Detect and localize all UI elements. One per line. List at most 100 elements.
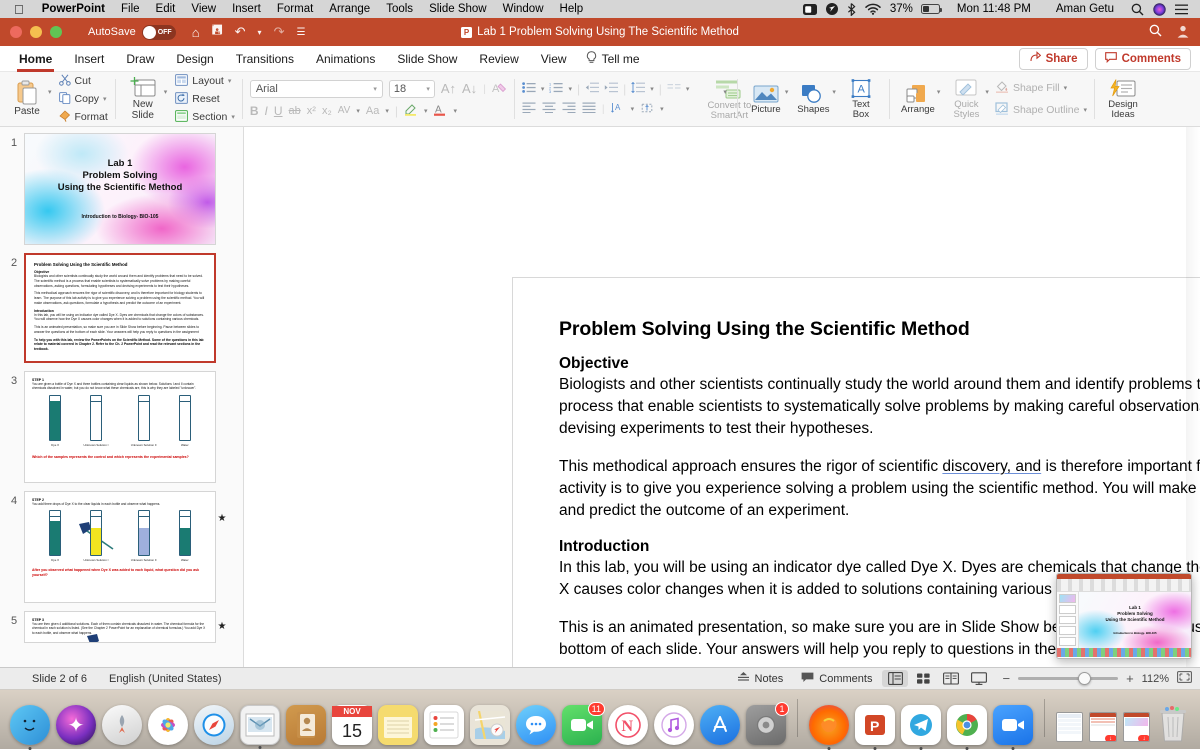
shrink-font-icon[interactable]: A↓	[462, 81, 477, 96]
minimized-window-document-2[interactable]: ↓	[1122, 712, 1150, 742]
thumbnail-slide-4[interactable]: 4 STEP 2 You add three drops of Dye X to…	[0, 491, 243, 603]
save-icon[interactable]: 🖪	[212, 21, 223, 43]
bluetooth-icon[interactable]	[847, 2, 856, 16]
calendar-icon[interactable]: NOV 15	[332, 705, 372, 745]
zoom-level[interactable]: 112%	[1142, 673, 1169, 685]
menubar-clock[interactable]: Mon 11:48 PM	[949, 3, 1039, 15]
bullets-dropdown-icon[interactable]: ▾	[541, 85, 545, 93]
subscript-button[interactable]: x₂	[322, 105, 332, 117]
align-text-dropdown-icon[interactable]: ▾	[660, 105, 664, 113]
font-family-dropdown-icon[interactable]: ▾	[373, 85, 377, 93]
redo-icon[interactable]: ↷	[274, 24, 285, 40]
zoom-slider-handle[interactable]	[1078, 672, 1092, 685]
grow-font-icon[interactable]: A↑	[441, 81, 456, 96]
paste-dropdown-icon[interactable]: ▾	[48, 88, 52, 96]
numbering-dropdown-icon[interactable]: ▾	[568, 85, 572, 93]
minimized-window-telegram[interactable]	[1055, 712, 1084, 742]
tab-home[interactable]: Home	[8, 48, 63, 72]
tab-review[interactable]: Review	[468, 48, 529, 70]
notes-icon[interactable]	[378, 705, 418, 745]
font-color-dropdown-icon[interactable]: ▾	[453, 107, 457, 115]
firefox-icon[interactable]	[808, 705, 849, 750]
align-text-icon[interactable]	[640, 102, 654, 117]
control-center-icon[interactable]	[1175, 4, 1188, 15]
text-box-button[interactable]: A Text Box	[840, 78, 882, 120]
picture-button[interactable]: Picture	[745, 84, 787, 115]
thumbnail-slide-5[interactable]: 5 STEP 3 You are then given 4 additional…	[0, 611, 243, 643]
shapes-dropdown-icon[interactable]: ▾	[832, 88, 836, 96]
design-ideas-button[interactable]: Design Ideas	[1102, 78, 1144, 120]
section-dropdown-icon[interactable]: ▾	[231, 113, 235, 121]
quick-styles-dropdown-icon[interactable]: ▾	[985, 88, 989, 96]
superscript-button[interactable]: x²	[307, 105, 316, 117]
highlight-dropdown-icon[interactable]: ▾	[424, 107, 428, 115]
text-highlight-color-icon[interactable]	[404, 103, 418, 119]
status-comments-button[interactable]: Comments	[793, 670, 880, 688]
system-preferences-icon[interactable]: 1	[746, 702, 789, 745]
zoom-out-button[interactable]: −	[1002, 671, 1010, 686]
facetime-icon[interactable]: 11	[562, 702, 605, 745]
normal-view-icon[interactable]	[882, 670, 909, 687]
new-slide-button[interactable]: New Slide	[123, 77, 163, 121]
arrange-dropdown-icon[interactable]: ▾	[937, 88, 941, 96]
numbering-icon[interactable]: 123	[549, 82, 564, 96]
share-button[interactable]: Share	[1018, 47, 1088, 70]
slide-editing-canvas[interactable]: Problem Solving Using the Scientific Met…	[244, 127, 1200, 667]
comments-button[interactable]: Comments	[1094, 47, 1191, 70]
thumbnail-slide-3[interactable]: 3 STEP 1 You are given a bottle of Dye X…	[0, 371, 243, 483]
zoom-slider[interactable]	[1018, 672, 1119, 685]
thumbnail-slide-2[interactable]: 2 Problem Solving Using the Scientific M…	[0, 253, 243, 363]
format-painter-button[interactable]: Format	[58, 109, 108, 125]
picture-dropdown-icon[interactable]: ▾	[785, 88, 789, 96]
telegram-icon[interactable]	[900, 705, 941, 750]
tab-slide-show[interactable]: Slide Show	[386, 48, 468, 70]
copy-dropdown-icon[interactable]: ▾	[103, 95, 107, 103]
maximize-window-button[interactable]	[50, 26, 62, 38]
columns-icon[interactable]	[667, 82, 681, 96]
menu-tools[interactable]: Tools	[378, 3, 421, 15]
wifi-icon[interactable]	[865, 3, 881, 15]
shapes-button[interactable]: Shapes	[792, 84, 834, 115]
battery-status[interactable]: 37%	[890, 3, 943, 15]
character-spacing-dropdown-icon[interactable]: ▾	[356, 107, 360, 115]
animation-star-icon[interactable]: ★	[216, 491, 228, 524]
close-window-button[interactable]	[10, 26, 22, 38]
maps-icon[interactable]	[470, 705, 510, 745]
menu-arrange[interactable]: Arrange	[321, 3, 378, 15]
thumbnail-canvas-selected[interactable]: Problem Solving Using the Scientific Met…	[24, 253, 216, 363]
siri-menubar-icon[interactable]	[1153, 2, 1166, 16]
align-center-icon[interactable]	[542, 102, 556, 116]
menubar-username[interactable]: Aman Getu	[1048, 3, 1122, 15]
justify-icon[interactable]	[582, 102, 596, 116]
language-indicator[interactable]: English (United States)	[109, 673, 222, 685]
menu-edit[interactable]: Edit	[148, 3, 184, 15]
menu-insert[interactable]: Insert	[224, 3, 269, 15]
slide-counter[interactable]: Slide 2 of 6	[32, 673, 87, 685]
menu-app-name[interactable]: PowerPoint	[34, 3, 113, 15]
clear-formatting-icon[interactable]: A	[492, 81, 507, 97]
menu-window[interactable]: Window	[495, 3, 552, 15]
decrease-indent-icon[interactable]	[585, 82, 600, 96]
messages-icon[interactable]	[516, 705, 556, 745]
tab-view[interactable]: View	[530, 48, 578, 70]
zoom-in-button[interactable]: +	[1126, 671, 1134, 686]
tab-transitions[interactable]: Transitions	[225, 48, 305, 70]
arrange-button[interactable]: Arrange	[897, 84, 939, 115]
apple-logo-icon[interactable]: 	[14, 3, 24, 16]
copy-button[interactable]: Copy ▾	[58, 91, 108, 107]
line-spacing-icon[interactable]	[631, 81, 646, 96]
launchpad-icon[interactable]	[102, 705, 142, 745]
shape-fill-button[interactable]: Shape Fill ▾	[995, 80, 1087, 96]
menu-file[interactable]: File	[113, 3, 148, 15]
mail-icon[interactable]	[240, 705, 280, 749]
thumbnail-canvas[interactable]: STEP 3 You are then given 4 additional s…	[24, 611, 216, 643]
shape-fill-dropdown-icon[interactable]: ▾	[1064, 84, 1068, 92]
contacts-icon[interactable]	[286, 705, 326, 745]
thumbnail-canvas[interactable]: STEP 1 You are given a bottle of Dye X a…	[24, 371, 216, 483]
thumbnail-slide-1[interactable]: 1 Lab 1 Problem Solving Using the Scient…	[0, 133, 243, 245]
cut-button[interactable]: Cut	[58, 73, 108, 89]
paste-button[interactable]: Paste	[7, 80, 47, 118]
thumbnail-canvas[interactable]: Lab 1 Problem Solving Using the Scientif…	[24, 133, 216, 245]
align-left-icon[interactable]	[522, 102, 536, 116]
section-button[interactable]: Section ▾	[175, 109, 235, 125]
